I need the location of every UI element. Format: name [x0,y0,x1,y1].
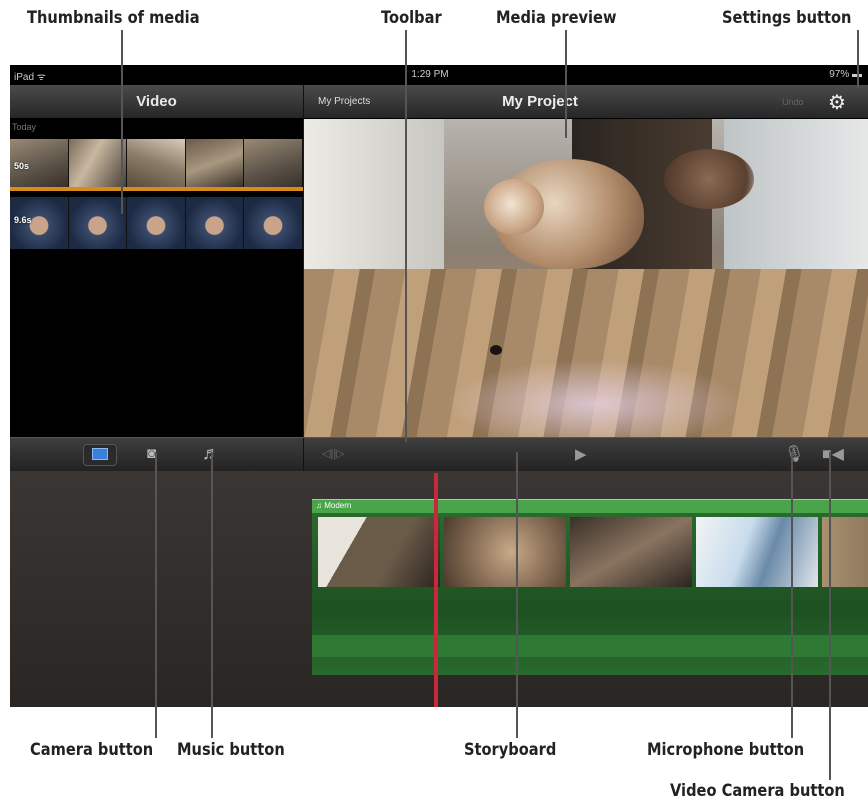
storyboard-clip[interactable] [318,517,440,587]
preview-floor-spot [490,345,502,355]
undo-button[interactable]: Undo [782,97,804,107]
toolbar-divider [303,438,304,472]
media-clip-thumbnail[interactable]: 9.6s [10,197,303,249]
status-bar: iPad ᯤ 1:29 PM 97% ▬ [10,65,868,85]
annotation-microphone: Microphone button [647,740,805,760]
thumbnail-frame [185,139,245,187]
clip-duration: 50s [14,161,30,171]
imovie-screen: iPad ᯤ 1:29 PM 97% ▬ Video My Projects M… [10,65,868,707]
annotation-storyboard: Storyboard [464,740,557,760]
nav-divider [303,85,304,119]
callout-line-media-preview [565,30,567,138]
callout-line-camera [155,452,157,738]
media-preview [304,119,868,437]
storyboard-clip[interactable] [444,517,566,587]
storyboard[interactable]: ♫ Modern [10,471,868,707]
media-clip-thumbnail[interactable]: 50s [10,139,303,187]
callout-line-thumbnails [121,30,123,214]
clip-duration: 9.6s [14,215,32,225]
media-browser: Today 50s 9.6s [10,119,303,437]
storyboard-clip[interactable] [570,517,692,587]
callout-line-toolbar [405,30,407,442]
thumbnail-frame [185,197,245,249]
thumbnail-frame [68,197,128,249]
preview-right-wall [724,119,868,279]
nav-bar: Video My Projects My Project Undo ⚙ [10,85,868,119]
carrier-label: iPad ᯤ [14,72,46,83]
annotation-video-camera: Video Camera button [670,781,845,801]
thumbnail-frame [127,197,186,249]
annotation-camera: Camera button [30,740,154,760]
status-time: 1:29 PM [411,69,449,80]
play-icon[interactable]: ▶ [575,445,587,463]
section-header-today: Today [12,122,37,132]
callout-line-storyboard [516,452,518,738]
project-title: My Project [502,93,578,110]
thumbnail-frame [244,197,303,249]
microphone-icon[interactable]: 🎙 [784,444,804,464]
audio-waveform-icon[interactable]: ◁||▷ [322,447,345,460]
music-track[interactable]: ♫ Modern [312,499,868,513]
media-browser-title: Video [136,93,177,110]
annotation-toolbar: Toolbar [381,8,442,28]
preview-cat-head [484,179,544,235]
video-browser-button[interactable] [83,444,117,466]
callout-line-microphone [791,452,793,738]
thumbnail-frame [68,139,128,187]
thumbnail-frame [127,139,186,187]
my-projects-button[interactable]: My Projects [318,96,370,107]
preview-cat-tail [664,149,754,209]
annotation-thumbnails: Thumbnails of media [27,8,200,28]
toolbar: ◙ ♬ ◁||▷ ▶ 🎙 ■◀ [10,437,868,472]
annotation-settings: Settings button [722,8,852,28]
annotation-music: Music button [177,740,285,760]
storyboard-clip[interactable] [696,517,818,587]
settings-gear-icon[interactable]: ⚙ [828,90,846,115]
callout-line-video-camera [829,452,831,780]
annotation-media-preview: Media preview [496,8,617,28]
storyboard-clips [318,517,868,587]
callout-line-settings [857,30,859,88]
video-camera-icon[interactable]: ■◀ [822,444,844,464]
playhead[interactable] [434,473,438,707]
audio-track-band [312,635,868,657]
music-track-label: ♫ Modern [316,501,352,510]
video-browser-icon [92,448,108,460]
preview-wall [304,119,444,269]
thumbnail-frame [244,139,303,187]
callout-line-music [211,452,213,738]
clip-used-indicator [10,187,303,191]
